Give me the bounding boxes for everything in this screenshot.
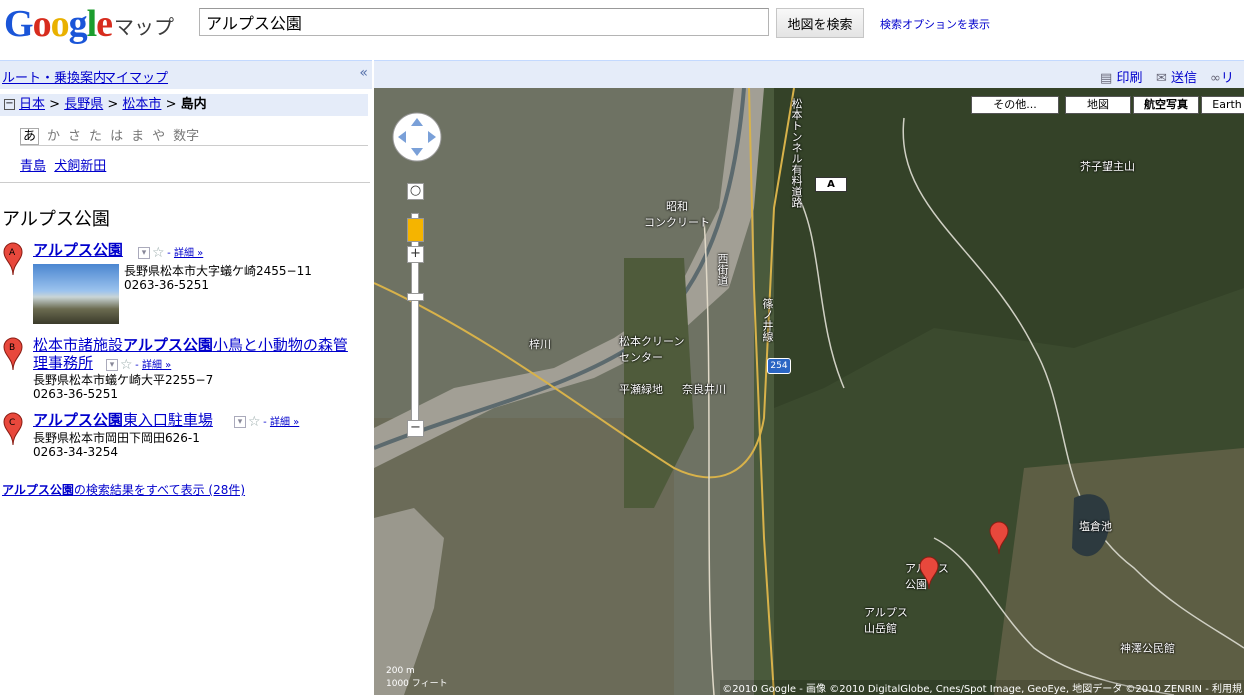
search-options-link[interactable]: 検索オプションを表示 [880, 16, 990, 32]
marker-a-letter: A [9, 248, 16, 258]
map-type-satellite[interactable]: 航空写真 [1133, 96, 1199, 114]
print-icon: ▤ [1100, 71, 1113, 86]
breadcrumb-japan[interactable]: 日本 [19, 97, 45, 112]
breadcrumb: − 日本 > 長野県 > 松本市 > 島内 [0, 94, 368, 116]
kana-a[interactable]: あ [20, 128, 40, 145]
zoom-in-button[interactable]: + [407, 246, 424, 263]
result-a-tools: ▾ ☆ - 詳細 » [138, 244, 203, 260]
place-links: 青島 犬飼新田 [20, 155, 106, 174]
label-clean-center: 松本クリーン センター [619, 335, 685, 364]
map-type-map[interactable]: 地図 [1065, 96, 1131, 114]
label-narai: 奈良井川 [682, 383, 726, 396]
scale-bar: 200 m 1000 フィート [386, 666, 448, 689]
pegman-icon[interactable] [407, 218, 424, 242]
satellite-imagery [374, 88, 1244, 695]
result-a-title[interactable]: アルプス公園 [33, 239, 123, 260]
link-icon: ∞ [1210, 71, 1221, 86]
search-map-button[interactable]: 地図を検索 [776, 8, 864, 38]
label-hirase: 平瀬緑地 [619, 383, 663, 396]
dropdown-icon[interactable]: ▾ [138, 247, 150, 259]
kana-ha[interactable]: は [110, 129, 123, 144]
breadcrumb-sep: > [107, 97, 119, 112]
result-c-title[interactable]: アルプス公園東入口駐車場 [33, 409, 213, 430]
header: Google マップ 地図を検索 検索オプションを表示 [0, 0, 1244, 60]
label-kanzawa: 神澤公民館 [1120, 642, 1175, 655]
route-link[interactable]: ルート・乗換案内 [2, 67, 106, 86]
place-aoshima[interactable]: 青島 [20, 159, 46, 174]
star-icon[interactable]: ☆ [248, 415, 261, 429]
all-results-link[interactable]: アルプス公園の検索結果をすべて表示 (28件) [2, 481, 245, 498]
kana-ya[interactable]: や [152, 129, 165, 144]
divider [20, 145, 368, 146]
map-toolbar: ▤ 印刷 ✉ 送信 ∞リン [374, 60, 1244, 105]
result-b-title-line2[interactable]: 理事務所 [33, 352, 93, 373]
label-concrete: 昭和 コンクリート [644, 200, 710, 229]
star-icon[interactable]: ☆ [120, 358, 133, 372]
breadcrumb-current: 島内 [180, 97, 207, 112]
result-c-detail-link[interactable]: 詳細 » [270, 417, 299, 428]
label-karashi: 芥子望主山 [1080, 160, 1135, 173]
breadcrumb-sep: > [165, 97, 177, 112]
map-canvas[interactable]: その他... 地図 航空写真 Earth ○ + − 昭和 コンクリート 梓川 松… [374, 88, 1244, 695]
google-logo[interactable]: Google [4, 4, 113, 44]
results-title: アルプス公園 [2, 209, 110, 230]
result-a-address: 長野県松本市大字蟻ケ崎2455−11 [124, 264, 312, 278]
print-button[interactable]: ▤ 印刷 [1100, 67, 1142, 86]
map-type-earth[interactable]: Earth [1201, 96, 1244, 114]
label-tunnel: 松本トンネル有料道路 [790, 98, 803, 208]
map-type-more[interactable]: その他... [971, 96, 1059, 114]
left-toolbar: ルート・乗換案内 マイマップ « [0, 60, 372, 89]
kana-ta[interactable]: た [89, 129, 102, 144]
result-c-address: 長野県松本市岡田下岡田626-1 [33, 431, 200, 445]
breadcrumb-sep: > [49, 97, 61, 112]
zoom-out-button[interactable]: − [407, 420, 424, 437]
star-icon[interactable]: ☆ [152, 246, 165, 260]
send-button[interactable]: ✉ 送信 [1156, 67, 1197, 86]
zoom-reset-icon[interactable]: ○ [407, 183, 424, 200]
label-nishi: 西街道 [716, 253, 729, 286]
result-a-thumbnail[interactable] [33, 264, 119, 324]
search-input[interactable] [199, 8, 769, 36]
result-a-detail-link[interactable]: 詳細 » [174, 248, 203, 259]
label-shinonoi: 篠ノ井線 [761, 298, 774, 342]
result-c-phone: 0263-34-3254 [33, 445, 119, 459]
maps-label: マップ [114, 15, 174, 39]
result-b-phone: 0263-36-5251 [33, 387, 119, 401]
marker-c-letter: C [9, 418, 16, 428]
result-b-tools: ▾ ☆ - 詳細 » [106, 356, 171, 372]
result-b-detail-link[interactable]: 詳細 » [142, 360, 171, 371]
route-254-shield: 254 [767, 358, 791, 374]
result-a-phone: 0263-36-5251 [124, 278, 210, 292]
result-c-tools: ▾ ☆ - 詳細 » [234, 413, 299, 429]
place-inukai[interactable]: 犬飼新田 [54, 159, 106, 174]
zoom-handle[interactable] [407, 293, 424, 301]
collapse-panel-icon[interactable]: « [359, 65, 368, 81]
map-marker-a-box[interactable]: A [815, 177, 847, 192]
kana-ka[interactable]: か [47, 129, 60, 144]
label-shiokura: 塩倉池 [1079, 520, 1112, 533]
breadcrumb-nagano[interactable]: 長野県 [64, 97, 103, 112]
nav-control [392, 112, 442, 162]
divider [0, 182, 370, 183]
dropdown-icon[interactable]: ▾ [234, 416, 246, 428]
marker-b-letter: B [9, 343, 16, 353]
kana-sa[interactable]: さ [68, 129, 81, 144]
my-map-link[interactable]: マイマップ [103, 67, 168, 86]
map-marker-c-icon[interactable] [989, 521, 1009, 555]
mail-icon: ✉ [1156, 71, 1167, 86]
collapse-minus-icon[interactable]: − [4, 99, 15, 110]
kana-ma[interactable]: ま [131, 129, 144, 144]
dropdown-icon[interactable]: ▾ [106, 359, 118, 371]
result-b-address: 長野県松本市蟻ケ崎大平2255−7 [33, 373, 214, 387]
breadcrumb-matsumoto[interactable]: 松本市 [122, 97, 161, 112]
kana-number[interactable]: 数字 [173, 129, 199, 144]
copyright: ©2010 Google - 画像 ©2010 DigitalGlobe, Cn… [720, 680, 1244, 695]
label-azusa: 梓川 [529, 338, 551, 351]
label-alps-sangaku: アルプス 山岳館 [864, 606, 908, 635]
map-marker-a-icon[interactable] [919, 556, 939, 590]
kana-index: あかさたはまや数字 [20, 125, 207, 145]
